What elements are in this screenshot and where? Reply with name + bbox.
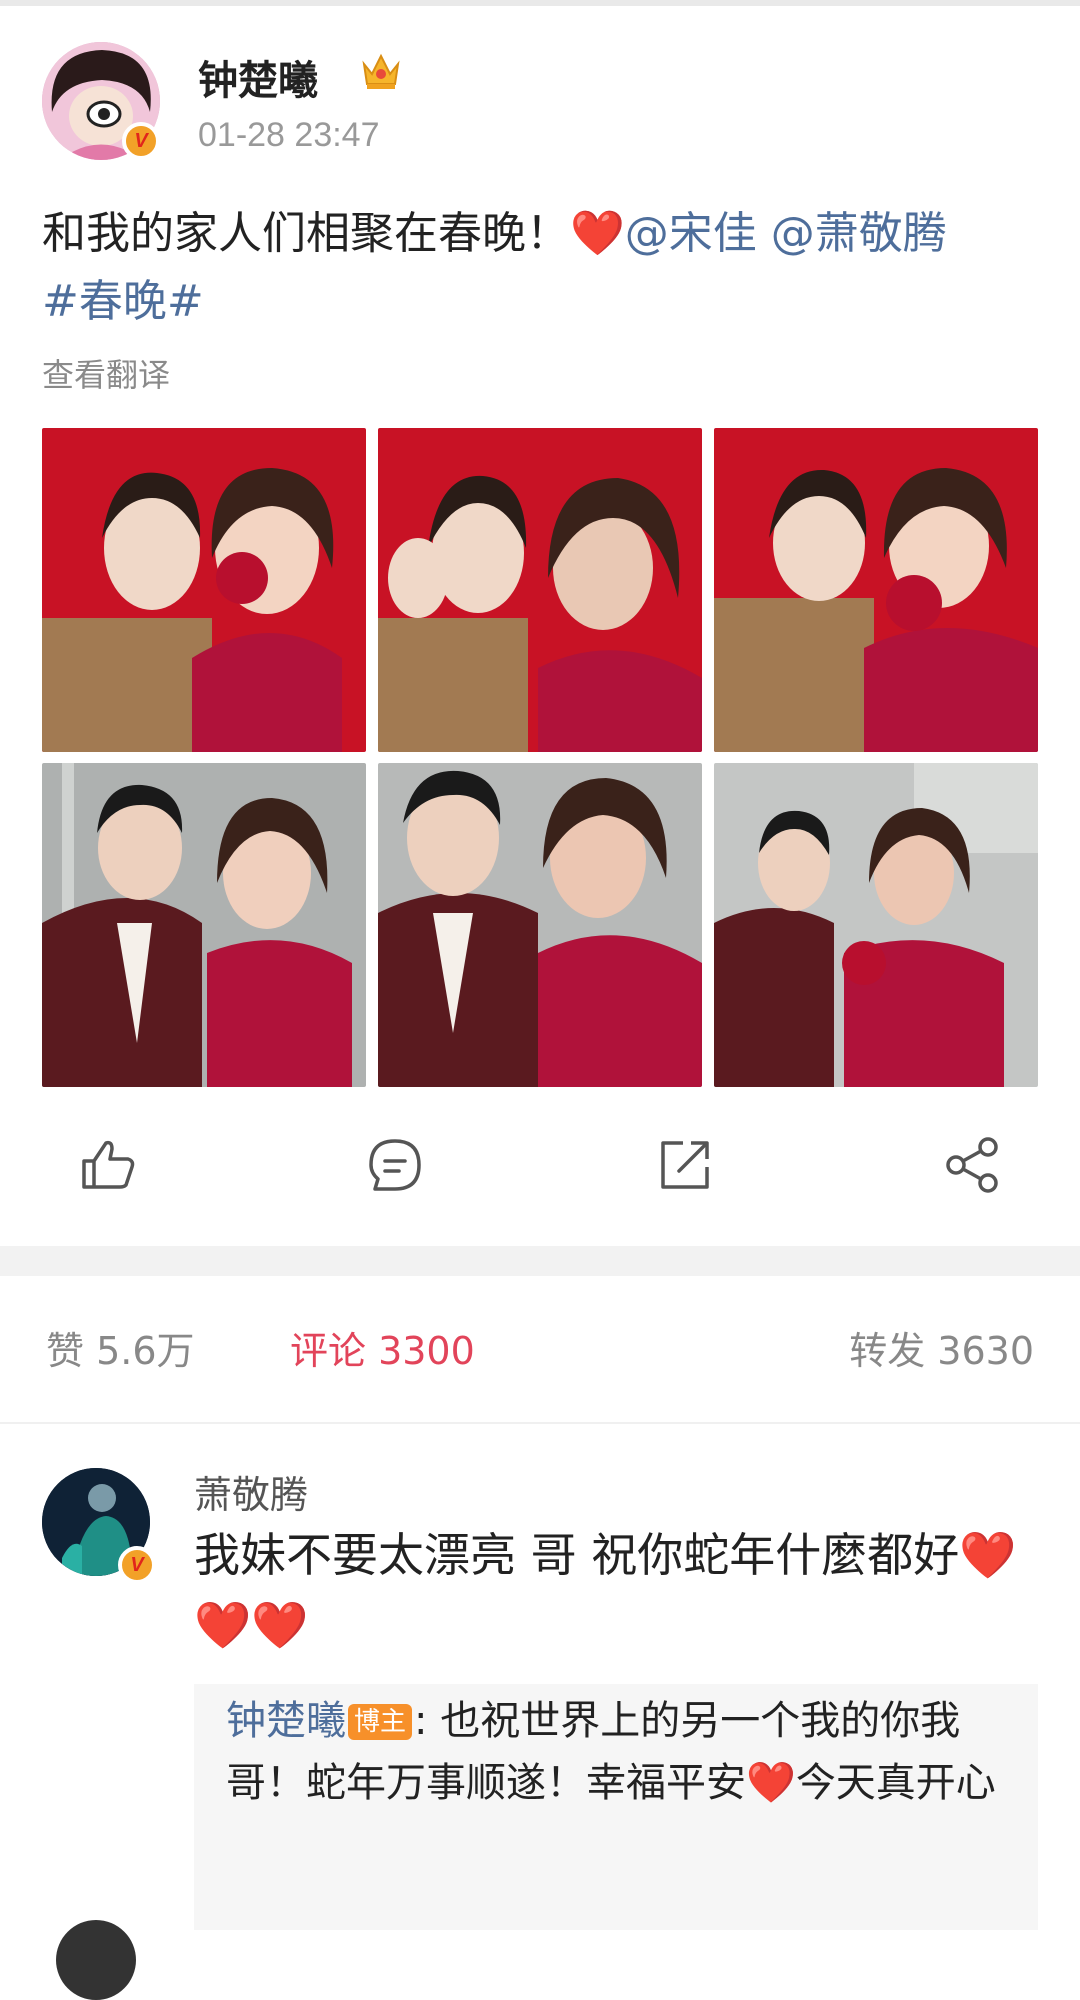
reply-author[interactable]: 钟楚曦 — [226, 1698, 346, 1744]
comment-icon[interactable] — [365, 1135, 425, 1195]
hashtag-link[interactable]: #春晚# — [42, 276, 204, 327]
translate-link[interactable]: 查看翻译 — [42, 350, 170, 396]
post-photo[interactable] — [42, 763, 366, 1087]
photo-grid — [42, 428, 1038, 1090]
comment-text: 我妹不要太漂亮 哥 祝你蛇年什麼都好❤️ ❤️❤️ — [194, 1520, 1044, 1660]
action-bar — [0, 1125, 1080, 1205]
tab-likes[interactable]: 赞 5.6万 — [46, 1320, 195, 1375]
post-text-main: 和我的家人们相聚在春晚！ — [42, 208, 570, 259]
commenter-name[interactable]: 萧敬腾 — [194, 1464, 308, 1519]
share-icon[interactable] — [942, 1135, 1002, 1195]
repost-icon[interactable] — [655, 1135, 715, 1195]
top-divider — [0, 0, 1080, 6]
tab-comments[interactable]: 评论 3300 — [290, 1320, 475, 1375]
heart-emoji: ❤️❤️ — [194, 1598, 309, 1652]
divider — [0, 1422, 1080, 1424]
post-photo[interactable] — [378, 428, 702, 752]
stats-bar: 赞 5.6万 评论 3300 转发 3630 — [0, 1320, 1080, 1380]
heart-emoji: ❤️ — [746, 1760, 796, 1806]
post-photo[interactable] — [42, 428, 366, 752]
next-commenter-avatar[interactable] — [56, 1920, 136, 2000]
like-icon[interactable] — [78, 1135, 138, 1195]
mention-link[interactable]: @宋佳 — [625, 208, 757, 259]
reply-box[interactable]: 钟楚曦 博主: 也祝世界上的另一个我的你我哥！蛇年万事顺遂！幸福平安❤️今天真开心 — [194, 1684, 1038, 1930]
post-photo[interactable] — [378, 763, 702, 1087]
post-text: 和我的家人们相聚在春晚！❤️@宋佳 @萧敬腾 #春晚# — [42, 200, 1032, 336]
author-name[interactable]: 钟楚曦 — [198, 48, 318, 106]
mention-link[interactable]: @萧敬腾 — [771, 208, 947, 259]
reply-text: 钟楚曦 博主: 也祝世界上的另一个我的你我哥！蛇年万事顺遂！幸福平安❤️今天真开心 — [226, 1690, 1016, 1814]
post-photo[interactable] — [714, 428, 1038, 752]
reply-body-end: 今天真开心 — [795, 1760, 996, 1806]
comment-body: 我妹不要太漂亮 哥 祝你蛇年什麼都好 — [194, 1528, 960, 1582]
heart-emoji: ❤️ — [570, 208, 625, 259]
verified-badge-icon: V — [118, 1546, 156, 1584]
heart-emoji: ❤️ — [959, 1528, 1017, 1582]
post-photo[interactable] — [714, 763, 1038, 1087]
verified-badge-icon: V — [122, 122, 160, 160]
section-divider — [0, 1246, 1080, 1276]
post-time: 01-28 23:47 — [198, 116, 380, 154]
crown-icon — [362, 53, 400, 89]
author-tag-badge: 博主 — [348, 1704, 413, 1740]
tab-reposts[interactable]: 转发 3630 — [849, 1320, 1034, 1375]
